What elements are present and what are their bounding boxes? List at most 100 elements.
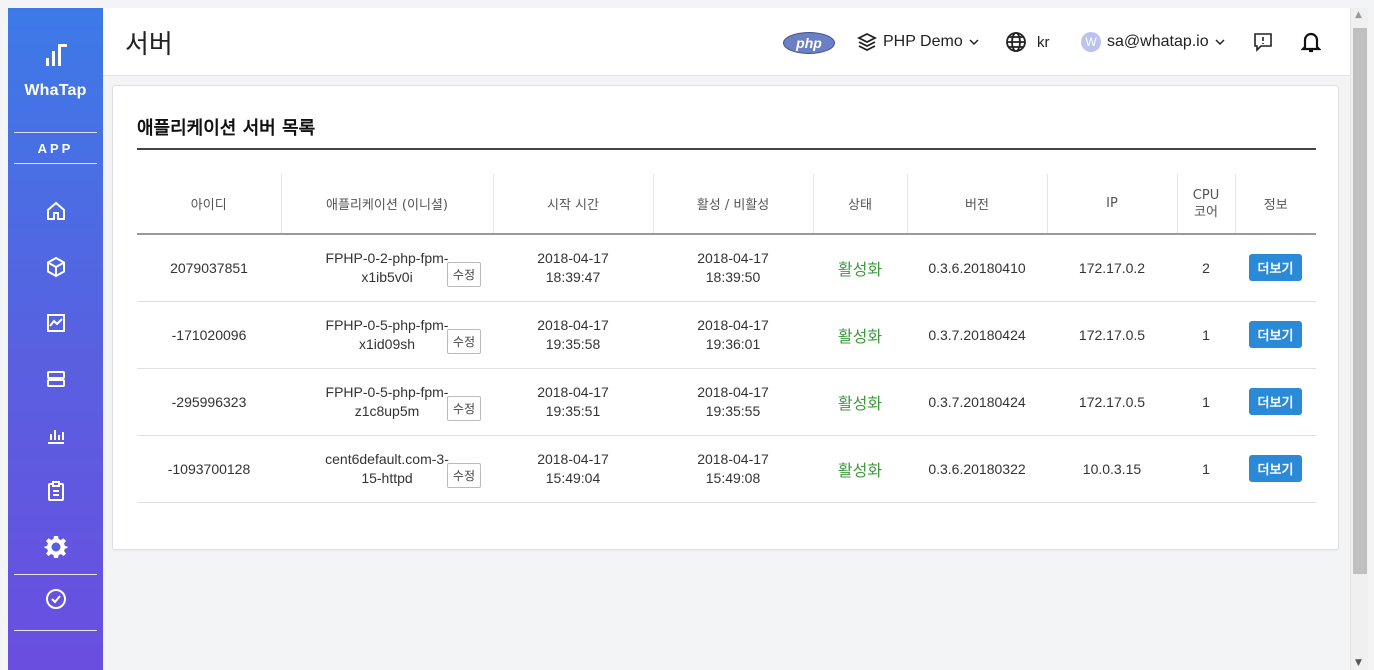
table-row: 2079037851 FPHP-0-2-php-fpm-x1ib5v0i 수정 … [137,234,1316,302]
home-icon[interactable] [43,198,69,224]
cpu-cores: 2 [1177,234,1235,302]
page-title: 서버 [125,30,173,60]
info-cell: 더보기 [1235,435,1316,503]
agent-version: 0.3.6.20180410 [907,234,1047,302]
table-row: -171020096 FPHP-0-5-php-fpm-x1id09sh 수정 … [137,301,1316,369]
chart-line-icon[interactable] [43,310,69,336]
server-table: 아이디 애플리케이션 (이니셜) 시작 시간 활성 / 비활성 상태 버전 IP… [137,174,1316,503]
app-name: FPHP-0-2-php-fpm-x1ib5v0i [325,249,449,285]
col-ip[interactable]: IP [1046,174,1177,235]
more-button[interactable]: 더보기 [1248,321,1303,348]
app-cell: FPHP-0-2-php-fpm-x1ib5v0i 수정 [281,234,493,302]
server-id: -295996323 [137,368,281,436]
app-cell: cent6default.com-3-15-httpd 수정 [281,435,493,503]
col-status[interactable]: 상태 [812,174,907,235]
sidebar-divider [14,574,97,575]
user-menu[interactable]: W sa@whatap.io [1081,28,1226,56]
language-selector[interactable]: kr [1005,28,1050,56]
active-time: 2018-04-17 19:36:01 [653,301,813,369]
card-title: 애플리케이션 서버 목록 [137,118,316,139]
gear-icon[interactable] [43,534,69,560]
more-button[interactable]: 더보기 [1248,455,1303,482]
whatap-logo-icon[interactable] [8,42,103,72]
server-id: 2079037851 [137,234,281,302]
start-time: 2018-04-17 19:35:58 [493,301,653,369]
server-id: -171020096 [137,301,281,369]
table-row: -295996323 FPHP-0-5-php-fpm-z1c8up5m 수정 … [137,368,1316,436]
more-button[interactable]: 더보기 [1248,254,1303,282]
col-info: 정보 [1234,174,1316,235]
cpu-cores: 1 [1177,368,1235,436]
scroll-up-arrow-icon[interactable]: ▲ [1355,10,1362,20]
chevron-down-icon [1215,39,1225,46]
ip-address: 10.0.3.15 [1047,435,1177,503]
project-name: PHP Demo [883,33,963,50]
title-divider [137,148,1316,150]
project-selector[interactable]: PHP Demo [857,28,980,56]
info-cell: 더보기 [1235,301,1316,369]
feedback-icon[interactable] [1253,28,1273,56]
edit-button[interactable]: 수정 [446,261,481,287]
avatar: W [1081,32,1101,52]
app-name: FPHP-0-5-php-fpm-z1c8up5m [325,383,449,419]
agent-version: 0.3.7.20180424 [907,301,1047,369]
col-start-time[interactable]: 시작 시간 [492,174,653,235]
ip-address: 172.17.0.5 [1047,368,1177,436]
edit-button[interactable]: 수정 [446,328,481,354]
col-cpu-cores[interactable]: CPU 코어 [1176,174,1235,235]
app-name: cent6default.com-3-15-httpd [325,450,449,486]
layers-icon [857,32,877,52]
scroll-thumb[interactable] [1353,28,1367,574]
app-section-label: APP [14,132,97,164]
col-version[interactable]: 버전 [906,174,1047,235]
status-text: 활성화 [813,234,907,302]
start-time: 2018-04-17 18:39:47 [493,234,653,302]
php-logo: php [783,32,835,54]
col-id[interactable]: 아이디 [137,174,281,235]
globe-icon [1006,32,1026,52]
active-time: 2018-04-17 15:49:08 [653,435,813,503]
language-code: kr [1037,33,1050,51]
more-button[interactable]: 더보기 [1248,388,1303,415]
cube-icon[interactable] [43,254,69,280]
user-email: sa@whatap.io [1107,33,1209,50]
vertical-scrollbar[interactable]: ▲ ▼ [1350,8,1368,670]
app-name: FPHP-0-5-php-fpm-x1id09sh [325,316,449,352]
scroll-down-arrow-icon[interactable]: ▼ [1355,658,1362,668]
app-cell: FPHP-0-5-php-fpm-x1id09sh 수정 [281,301,493,369]
cpu-cores: 1 [1177,435,1235,503]
server-id: -1093700128 [137,435,281,503]
col-application[interactable]: 애플리케이션 (이니셜) [280,174,493,235]
server-icon[interactable] [43,366,69,392]
active-time: 2018-04-17 19:35:55 [653,368,813,436]
info-cell: 더보기 [1235,234,1316,302]
status-text: 활성화 [813,435,907,503]
status-text: 활성화 [813,368,907,436]
start-time: 2018-04-17 15:49:04 [493,435,653,503]
agent-version: 0.3.6.20180322 [907,435,1047,503]
chevron-down-icon [969,39,979,46]
edit-button[interactable]: 수정 [446,395,481,421]
sidebar-divider [14,630,97,631]
top-header: 서버 php PHP Demo kr W sa@whatap.io [103,8,1350,76]
col-active-inactive[interactable]: 활성 / 비활성 [652,174,813,235]
sidebar: WhaTap APP [8,8,103,670]
logo-text: WhaTap [24,82,87,99]
table-header-row: 아이디 애플리케이션 (이니셜) 시작 시간 활성 / 비활성 상태 버전 IP… [137,174,1316,235]
start-time: 2018-04-17 19:35:51 [493,368,653,436]
clipboard-icon[interactable] [43,478,69,504]
cpu-cores: 1 [1177,301,1235,369]
status-text: 활성화 [813,301,907,369]
active-time: 2018-04-17 18:39:50 [653,234,813,302]
agent-version: 0.3.7.20180424 [907,368,1047,436]
check-circle-icon[interactable] [43,586,69,612]
edit-button[interactable]: 수정 [446,462,481,488]
app-cell: FPHP-0-5-php-fpm-z1c8up5m 수정 [281,368,493,436]
table-row: -1093700128 cent6default.com-3-15-httpd … [137,435,1316,503]
info-cell: 더보기 [1235,368,1316,436]
ip-address: 172.17.0.2 [1047,234,1177,302]
server-list-card: 애플리케이션 서버 목록 아이디 애플리케이션 (이니셜) 시작 시간 활성 /… [112,85,1339,550]
bell-icon[interactable] [1301,28,1321,56]
bar-chart-icon[interactable] [43,422,69,448]
ip-address: 172.17.0.5 [1047,301,1177,369]
